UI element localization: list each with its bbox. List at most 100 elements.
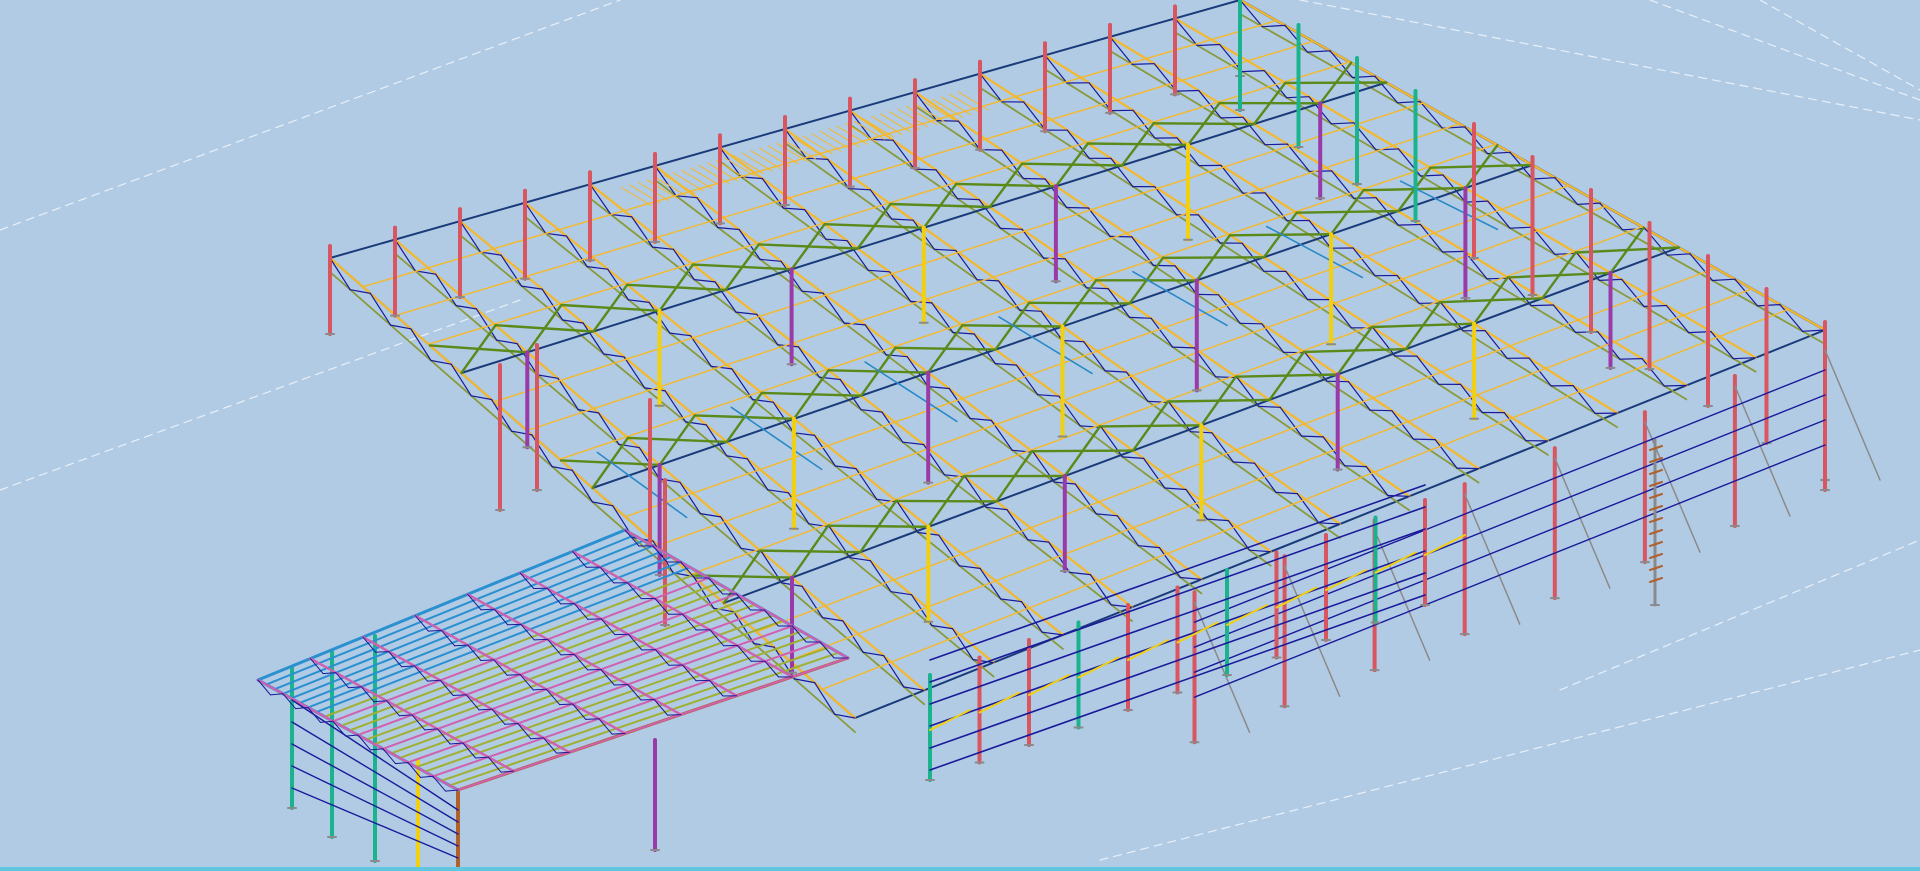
- truss-web: [1372, 327, 1396, 357]
- truss-web: [1441, 250, 1466, 253]
- annex-handrail: [1176, 621, 1219, 644]
- main-building-columns[interactable]: [287, 0, 1881, 871]
- canopy-truss-web: [640, 699, 655, 701]
- truss-web: [1508, 277, 1532, 307]
- skylight-member: [923, 101, 955, 121]
- truss-web: [1185, 488, 1208, 520]
- annex-handrail: [1028, 674, 1070, 696]
- truss-web: [955, 249, 978, 281]
- roof-purlin: [755, 267, 1717, 633]
- truss-web: [948, 387, 971, 420]
- truss-web: [1001, 149, 1025, 180]
- canopy-truss-web: [667, 714, 682, 716]
- truss-web: [1239, 322, 1263, 325]
- skylight-member: [689, 167, 721, 187]
- truss-web: [761, 177, 785, 209]
- truss-web: [1022, 177, 1046, 180]
- truss-web: [1172, 346, 1195, 349]
- truss-web: [1663, 384, 1688, 387]
- truss-web: [696, 197, 719, 229]
- truss-web: [1116, 515, 1140, 547]
- truss-web: [1150, 317, 1174, 348]
- truss-web: [1261, 24, 1286, 28]
- canopy-truss-web: [480, 608, 495, 611]
- truss-web: [870, 138, 894, 141]
- skylight-member: [741, 152, 773, 172]
- dimension-line: [1649, 0, 1920, 101]
- truss-web: [1066, 206, 1090, 209]
- truss-web: [1576, 202, 1601, 205]
- truss-web: [1264, 192, 1288, 222]
- canopy-truss-web: [532, 688, 547, 691]
- truss-web: [1239, 0, 1264, 28]
- truss-web: [1576, 252, 1601, 281]
- secondary-bracing: [596, 451, 688, 519]
- lower-annex-frame[interactable]: [929, 445, 1663, 771]
- truss-web: [913, 168, 937, 171]
- truss-web: [1109, 36, 1133, 65]
- truss-web: [1285, 270, 1309, 301]
- truss-web: [1440, 302, 1464, 332]
- annex-handrail: [1374, 551, 1417, 574]
- truss-web: [999, 227, 1023, 230]
- annex-handrail: [1275, 586, 1318, 609]
- truss-web: [1711, 278, 1736, 282]
- truss-web: [1241, 69, 1265, 73]
- dimension-line: [1559, 539, 1920, 691]
- truss-web: [1021, 228, 1045, 259]
- annex-handrail: [1226, 604, 1268, 626]
- canopy-truss-web: [480, 659, 495, 661]
- canopy-truss-web: [613, 684, 629, 686]
- truss-web: [1464, 126, 1489, 155]
- skylight-member: [733, 155, 765, 175]
- wall-bracing: [1554, 457, 1611, 589]
- truss-web: [1175, 89, 1200, 92]
- truss-web: [1220, 116, 1244, 119]
- truss-web: [1412, 438, 1436, 441]
- truss-web: [1643, 304, 1668, 308]
- truss-web: [957, 120, 981, 151]
- truss-web: [1331, 170, 1355, 199]
- steel-structure-model[interactable]: [0, 0, 1920, 871]
- truss-web: [827, 158, 850, 190]
- canopy-truss-web: [611, 732, 626, 735]
- truss-web: [1530, 304, 1555, 307]
- side-girt: [1193, 369, 1826, 623]
- truss-web: [1756, 304, 1781, 307]
- truss-web: [804, 209, 827, 240]
- truss-web: [979, 73, 1003, 103]
- truss-web: [936, 119, 960, 122]
- truss-web: [1464, 200, 1489, 203]
- canopy-truss-web: [506, 674, 521, 676]
- skylight-member: [681, 169, 713, 189]
- truss-web: [1734, 278, 1759, 307]
- 3d-model-viewport[interactable]: [0, 0, 1920, 871]
- truss-web: [1419, 223, 1444, 253]
- annex-handrail: [929, 709, 971, 731]
- truss-web: [1258, 405, 1281, 408]
- annex-handrail: [1127, 639, 1169, 661]
- skylight-member: [620, 186, 652, 206]
- truss-web: [1459, 383, 1483, 414]
- truss-web: [1253, 462, 1277, 493]
- truss-web: [1087, 207, 1111, 237]
- canopy-truss-web: [370, 748, 384, 751]
- truss-web: [1131, 63, 1155, 65]
- skylight-member: [836, 125, 868, 145]
- truss-web: [1154, 186, 1178, 216]
- skylight-member: [957, 91, 989, 111]
- canopy-truss-web: [533, 638, 549, 641]
- viewport-bottom-border: [0, 867, 1920, 871]
- annex-handrail: [978, 691, 1021, 714]
- roof-purlin: [690, 226, 1643, 575]
- canopy-roof-frame[interactable]: [256, 528, 850, 859]
- truss-web: [1397, 223, 1422, 226]
- canopy-truss-web: [454, 644, 469, 647]
- skylight-member: [698, 164, 730, 184]
- truss-web: [1032, 451, 1055, 483]
- wall-bracing: [1734, 385, 1791, 517]
- annex-handrail: [1077, 656, 1120, 679]
- skylight-member: [828, 128, 860, 148]
- truss-web: [1456, 467, 1480, 470]
- truss-web: [1344, 465, 1367, 468]
